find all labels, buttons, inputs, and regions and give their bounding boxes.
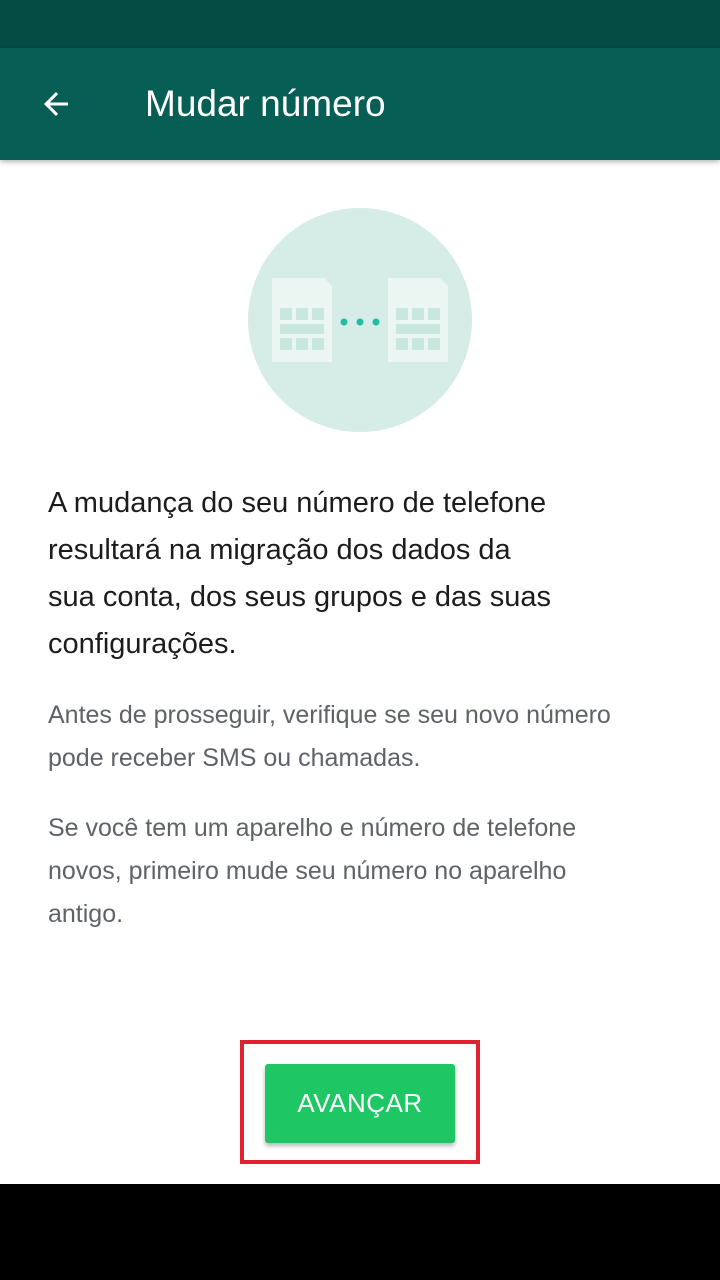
back-button[interactable] bbox=[22, 70, 90, 138]
next-button[interactable]: AVANÇAR bbox=[265, 1064, 455, 1143]
arrow-back-icon bbox=[44, 92, 68, 116]
main-content: A mudança do seu número de telefone resu… bbox=[0, 160, 720, 1184]
page-title: Mudar número bbox=[145, 83, 386, 124]
sim-illustration bbox=[248, 208, 472, 432]
status-bar bbox=[0, 0, 720, 48]
headline-text: A mudança do seu número de telefone resu… bbox=[48, 487, 551, 660]
sim-card-transfer-icon bbox=[272, 278, 448, 362]
new-device-instruction-text: Se você tem um aparelho e número de tele… bbox=[48, 814, 577, 928]
app-bar: Mudar número bbox=[0, 48, 720, 160]
navigation-bar bbox=[0, 1184, 720, 1280]
sms-requirement-text: Antes de prosseguir, verifique se seu no… bbox=[48, 701, 611, 772]
